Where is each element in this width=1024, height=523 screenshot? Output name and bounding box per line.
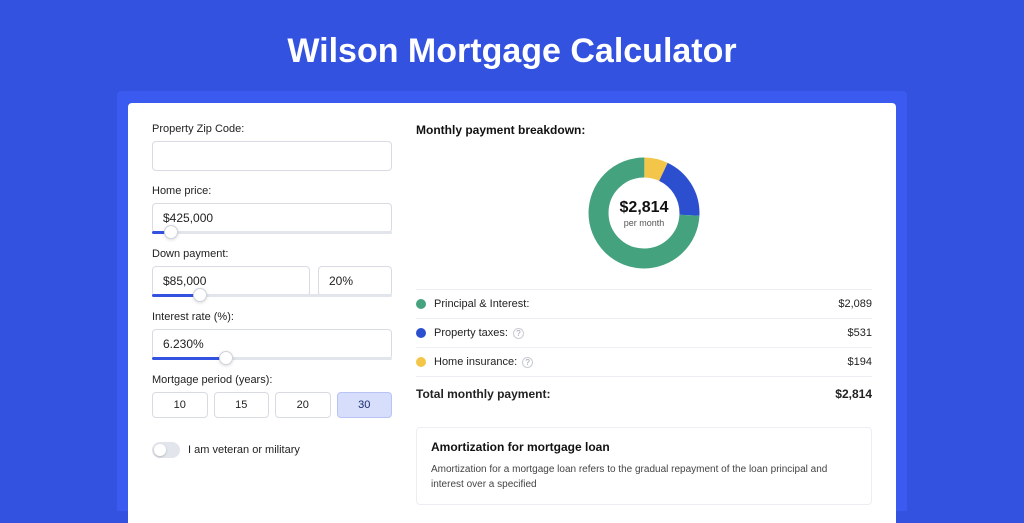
- info-icon[interactable]: ?: [522, 357, 533, 368]
- amortization-title: Amortization for mortgage loan: [431, 440, 857, 454]
- legend-row-taxes: Property taxes: ? $531: [416, 318, 872, 347]
- interest-rate-field: Interest rate (%):: [152, 311, 392, 360]
- donut-sub: per month: [624, 218, 665, 228]
- period-option-15[interactable]: 15: [214, 392, 270, 418]
- down-payment-slider-thumb[interactable]: [193, 288, 207, 302]
- legend-dot-insurance: [416, 357, 426, 367]
- legend-value-taxes: $531: [848, 327, 872, 339]
- total-value: $2,814: [835, 387, 872, 401]
- period-options: 10 15 20 30: [152, 392, 392, 418]
- legend-dot-principal: [416, 299, 426, 309]
- amortization-text: Amortization for a mortgage loan refers …: [431, 462, 857, 492]
- page-title: Wilson Mortgage Calculator: [0, 0, 1024, 91]
- legend-label-principal: Principal & Interest:: [434, 298, 529, 310]
- zip-label: Property Zip Code:: [152, 123, 392, 135]
- info-icon[interactable]: ?: [513, 328, 524, 339]
- legend-label-taxes: Property taxes:: [434, 327, 508, 339]
- down-payment-field: Down payment:: [152, 248, 392, 297]
- toggle-knob: [154, 444, 166, 456]
- home-price-field: Home price:: [152, 185, 392, 234]
- donut-center: $2,814 per month: [584, 153, 704, 273]
- home-price-slider[interactable]: [152, 231, 392, 234]
- period-option-30[interactable]: 30: [337, 392, 393, 418]
- down-payment-percent-input[interactable]: [318, 266, 392, 296]
- donut-chart: $2,814 per month: [584, 153, 704, 273]
- legend-label-insurance: Home insurance:: [434, 356, 517, 368]
- donut-amount: $2,814: [620, 199, 669, 217]
- period-label: Mortgage period (years):: [152, 374, 392, 386]
- zip-field: Property Zip Code:: [152, 123, 392, 171]
- amortization-box: Amortization for mortgage loan Amortizat…: [416, 427, 872, 505]
- interest-rate-slider-thumb[interactable]: [219, 351, 233, 365]
- calculator-shadow: Property Zip Code: Home price: Down paym…: [117, 91, 907, 511]
- veteran-toggle-label: I am veteran or military: [188, 444, 300, 456]
- zip-input[interactable]: [152, 141, 392, 171]
- home-price-slider-thumb[interactable]: [164, 225, 178, 239]
- period-option-20[interactable]: 20: [275, 392, 331, 418]
- veteran-toggle[interactable]: [152, 442, 180, 458]
- home-price-input[interactable]: [152, 203, 392, 233]
- breakdown-header: Monthly payment breakdown:: [416, 123, 872, 137]
- veteran-toggle-row: I am veteran or military: [152, 442, 392, 458]
- legend-row-principal: Principal & Interest: $2,089: [416, 289, 872, 318]
- legend-value-principal: $2,089: [838, 298, 872, 310]
- period-option-10[interactable]: 10: [152, 392, 208, 418]
- interest-rate-label: Interest rate (%):: [152, 311, 392, 323]
- total-label: Total monthly payment:: [416, 387, 550, 401]
- interest-rate-input[interactable]: [152, 329, 392, 359]
- period-field: Mortgage period (years): 10 15 20 30: [152, 374, 392, 418]
- legend-value-insurance: $194: [848, 356, 872, 368]
- down-payment-amount-input[interactable]: [152, 266, 310, 296]
- donut-wrap: $2,814 per month: [416, 143, 872, 289]
- down-payment-slider[interactable]: [152, 294, 392, 297]
- legend-row-total: Total monthly payment: $2,814: [416, 376, 872, 411]
- down-payment-label: Down payment:: [152, 248, 392, 260]
- breakdown-column: Monthly payment breakdown: $2,814 per mo…: [416, 123, 872, 503]
- interest-rate-slider[interactable]: [152, 357, 392, 360]
- calculator-card: Property Zip Code: Home price: Down paym…: [128, 103, 896, 523]
- legend-row-insurance: Home insurance: ? $194: [416, 347, 872, 376]
- form-column: Property Zip Code: Home price: Down paym…: [152, 123, 392, 503]
- home-price-label: Home price:: [152, 185, 392, 197]
- legend-dot-taxes: [416, 328, 426, 338]
